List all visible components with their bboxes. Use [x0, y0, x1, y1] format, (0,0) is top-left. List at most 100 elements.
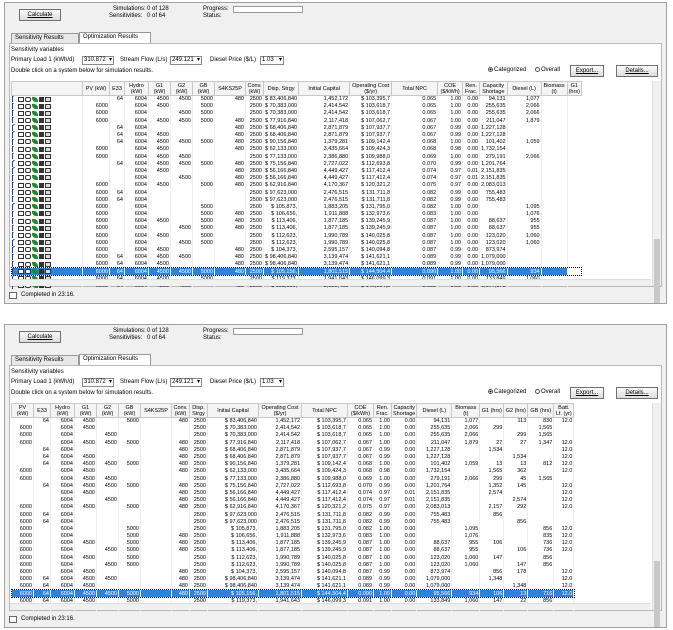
table-row[interactable]: 6000 64 6004 2500 $ 97,623,000 2,476,515 $ 131… — [11, 196, 582, 204]
column-header[interactable]: Disp. Strgy — [262, 81, 300, 96]
primary-load-select[interactable]: 310.872 — [82, 56, 114, 65]
export-button[interactable]: Export... — [570, 65, 604, 77]
table-row[interactable]: 6000 6004 4500 480 2500 $ 104,373, 2,595,157 $ … — [11, 246, 582, 254]
table-row[interactable]: 6000 6004 4500 5000 2500 $ 112,623, 1,990,789 $… — [11, 561, 575, 569]
column-header[interactable]: Conv. (kW) — [245, 81, 264, 96]
vertical-scrollbar[interactable] — [652, 81, 661, 303]
table-row[interactable]: 6004 4500 480 2500 $ 56,166,840 4,449,427 $ 11… — [11, 167, 582, 175]
column-header[interactable]: Conv. (kW) — [171, 403, 190, 418]
column-header[interactable]: Biomass (t) — [451, 403, 481, 418]
horizontal-scrollbar[interactable] — [10, 279, 651, 286]
table-row[interactable]: 6000 6004 4500 480 2500 $ 104,373, 2,595,157 $ … — [11, 568, 575, 576]
column-header[interactable]: GB (kW) — [118, 403, 141, 418]
table-row[interactable]: 6000 6004 4500 2500 $ 70,383,000 2,414,542 $ 1… — [11, 431, 575, 440]
tab-optimization-results[interactable]: Optimization Results — [79, 32, 151, 43]
table-row[interactable]: 6000 64 6004 2500 $ 97,623,000 2,476,515 $ 131… — [11, 510, 575, 519]
column-header[interactable]: PV (kW) — [82, 81, 110, 96]
table-row[interactable]: 6000 6004 5000 2500 $ 105,873, 1,883,205 $ 131… — [11, 525, 575, 533]
column-header[interactable]: Ren. Frac. — [462, 81, 481, 96]
table-row[interactable]: 6000 6004 4500 5000 480 2500 $ 62,916,840 4,170… — [11, 503, 575, 511]
column-header[interactable]: Capacity Shortage — [479, 81, 508, 96]
table-row[interactable]: 64 6004 4500 4500 5000 480 2500 $ 83,406,840 1,4… — [11, 95, 582, 103]
table-row[interactable]: 6000 6004 5000 2500 $ 105,873, 1,883,205 $ 131… — [11, 203, 582, 211]
overall-radio[interactable]: Overall — [535, 389, 560, 396]
table-row[interactable]: 64 6004 4500 4500 5000 480 2500 $ 75,156,840 2,7… — [11, 482, 575, 490]
horizontal-scrollbar[interactable] — [10, 603, 651, 610]
column-header[interactable]: PV (kW) — [11, 403, 34, 418]
table-row[interactable]: 6000 6004 4500 4500 2500 $ 77,133,000 2,386,88… — [11, 153, 582, 161]
table-row[interactable]: 64 6004 4500 4500 5000 480 2500 $ 90,156,840 1,3… — [11, 460, 575, 468]
column-header[interactable]: Operating Cost ($/yr) — [258, 403, 302, 418]
table-row[interactable]: 64 6004 4500 5000 480 2500 $ 83,406,840 1,452,1… — [11, 417, 575, 425]
export-button[interactable]: Export... — [570, 387, 604, 399]
column-header[interactable]: Batt. Lf. (yr) — [553, 403, 575, 418]
tab-sensitivity-results[interactable]: Sensitivity Results — [11, 33, 79, 43]
table-row[interactable]: 6000 6004 4500 4500 5000 480 2500 $ 77,916,840 2… — [11, 439, 575, 447]
column-header[interactable]: Capacity Shortage — [390, 403, 418, 418]
table-row[interactable]: 6000 6004 4500 5000 2500 $ 112,623, 1,990,789 $… — [11, 554, 575, 562]
column-header[interactable]: GB (hrs) — [527, 403, 555, 418]
table-row[interactable]: 6000 6004 4500 480 2500 $ 62,133,000 3,435,664… — [11, 145, 582, 153]
table-row[interactable]: 6004 4500 480 2500 $ 56,166,840 4,449,427 $ 11… — [11, 489, 575, 497]
tab-sensitivity-results[interactable]: Sensitivity Results — [11, 355, 79, 365]
column-header[interactable]: G1 (kW) — [148, 81, 171, 96]
column-header[interactable]: E33 — [109, 81, 125, 96]
calculate-button[interactable]: Calculate — [19, 331, 61, 343]
table-row[interactable]: 64 6004 4500 480 2500 $ 68,406,840 2,871,879 $ … — [11, 453, 575, 461]
primary-load-select[interactable]: 310.872 — [82, 378, 114, 387]
table-row[interactable]: 6000 6004 4500 5000 480 2500 $ 62,916,840 4,170… — [11, 181, 582, 189]
column-header[interactable]: Ren. Frac. — [373, 403, 392, 418]
tab-optimization-results[interactable]: Optimization Results — [79, 354, 151, 365]
details-button[interactable]: Details... — [616, 387, 658, 399]
table-row[interactable]: 6000 6004 5000 480 2500 $ 106,656, 1,911,888 $ … — [11, 210, 582, 218]
table-row[interactable]: 6000 64 6004 4500 4500 5000 480 2500 $ 105,156, 1… — [11, 588, 575, 599]
categorized-radio[interactable]: Categorized — [488, 389, 526, 396]
column-header[interactable]: Total NPC — [391, 81, 439, 96]
table-row[interactable]: 6000 6004 5000 480 2500 $ 106,656, 1,911,888 $ … — [11, 532, 575, 540]
table-row[interactable]: 64 6004 4500 4500 5000 480 2500 $ 75,156,840 2,7… — [11, 160, 582, 168]
table-row[interactable]: 6000 6004 4500 5000 2500 $ 70,383,000 2,414,54… — [11, 102, 582, 110]
column-header[interactable]: Operating Cost ($/yr) — [349, 81, 393, 96]
calculate-button[interactable]: Calculate — [19, 9, 61, 21]
column-header[interactable] — [11, 81, 83, 96]
table-row[interactable]: 6000 64 6004 4500 4500 5000 480 2500 $ 105,156, 1… — [11, 266, 583, 277]
column-header[interactable]: E33 — [33, 403, 51, 418]
table-row[interactable]: 6004 4500 480 2500 $ 56,166,840 4,449,427 $ 11… — [11, 496, 575, 504]
column-header[interactable]: Diesel (L) — [506, 81, 542, 96]
table-row[interactable]: 6000 64 6004 2500 $ 97,623,000 2,476,515 $ 131… — [11, 518, 575, 526]
table-row[interactable]: 64 6004 480 2500 $ 68,406,840 2,871,879 $ 107,… — [11, 124, 582, 132]
diesel-price-select[interactable]: 1.03 — [260, 56, 284, 65]
stream-flow-select[interactable]: 249.121 — [170, 378, 202, 387]
column-header[interactable]: Hydro (kW) — [50, 403, 75, 418]
table-row[interactable]: 6000 6004 4500 5000 2500 $ 112,623, 1,990,789 $… — [11, 239, 582, 247]
column-header[interactable]: Disp. Strgy — [189, 403, 208, 418]
diesel-price-select[interactable]: 1.03 — [260, 378, 284, 387]
column-header[interactable]: G1 (hrs) — [566, 81, 582, 96]
table-row[interactable]: 6000 64 6004 4500 4500 480 2500 $ 98,406,840 3,1… — [11, 575, 575, 583]
column-header[interactable]: Initial Capital — [298, 81, 351, 96]
column-header[interactable]: G2 (kW) — [170, 81, 193, 96]
table-row[interactable]: 6000 6004 4500 4500 5000 480 2500 $ 77,916,840 2… — [11, 117, 582, 125]
categorized-radio[interactable]: Categorized — [488, 67, 526, 74]
table-row[interactable]: 6000 6004 4500 5000 2500 $ 112,623, 1,990,789 $… — [11, 232, 582, 240]
column-header[interactable]: G1 (hrs) — [479, 403, 505, 418]
column-header[interactable]: Biomass (t) — [540, 81, 568, 96]
column-header[interactable]: S4KS25P — [140, 403, 172, 418]
table-row[interactable]: 6000 6004 4500 5000 480 2500 $ 113,406, 1,877,1… — [11, 539, 575, 547]
table-row[interactable]: 6000 6004 4500 5000 2500 $ 70,383,000 2,414,54… — [11, 109, 582, 118]
column-header[interactable]: Total NPC — [301, 403, 348, 418]
column-header[interactable]: COE ($/kWh) — [437, 81, 464, 96]
overall-radio[interactable]: Overall — [535, 67, 560, 74]
column-header[interactable]: COE ($/kWh) — [347, 403, 374, 418]
table-row[interactable]: 6000 64 6004 2500 $ 97,623,000 2,476,515 $ 131… — [11, 188, 582, 197]
column-header[interactable]: Initial Capital — [207, 403, 259, 418]
table-row[interactable]: 64 6004 4500 4500 5000 480 2500 $ 90,156,840 1,3… — [11, 138, 582, 146]
table-row[interactable]: 64 6004 480 2500 $ 68,406,840 2,871,879 $ 107,… — [11, 446, 575, 454]
table-row[interactable]: 6000 6004 4500 480 2500 $ 62,133,000 3,435,664… — [11, 467, 575, 475]
details-button[interactable]: Details... — [616, 65, 658, 77]
column-header[interactable]: S4KS25P — [214, 81, 246, 96]
table-row[interactable]: 6000 6004 4500 5000 480 2500 $ 113,406, 1,877,1… — [11, 546, 575, 555]
table-row[interactable]: 6000 6004 4500 2500 $ 70,383,000 2,414,542 $ 1… — [11, 424, 575, 432]
column-header[interactable]: G1 (kW) — [74, 403, 97, 418]
table-row[interactable]: 6000 64 6004 4500 4500 480 2500 $ 98,406,840 3,1… — [11, 253, 582, 261]
